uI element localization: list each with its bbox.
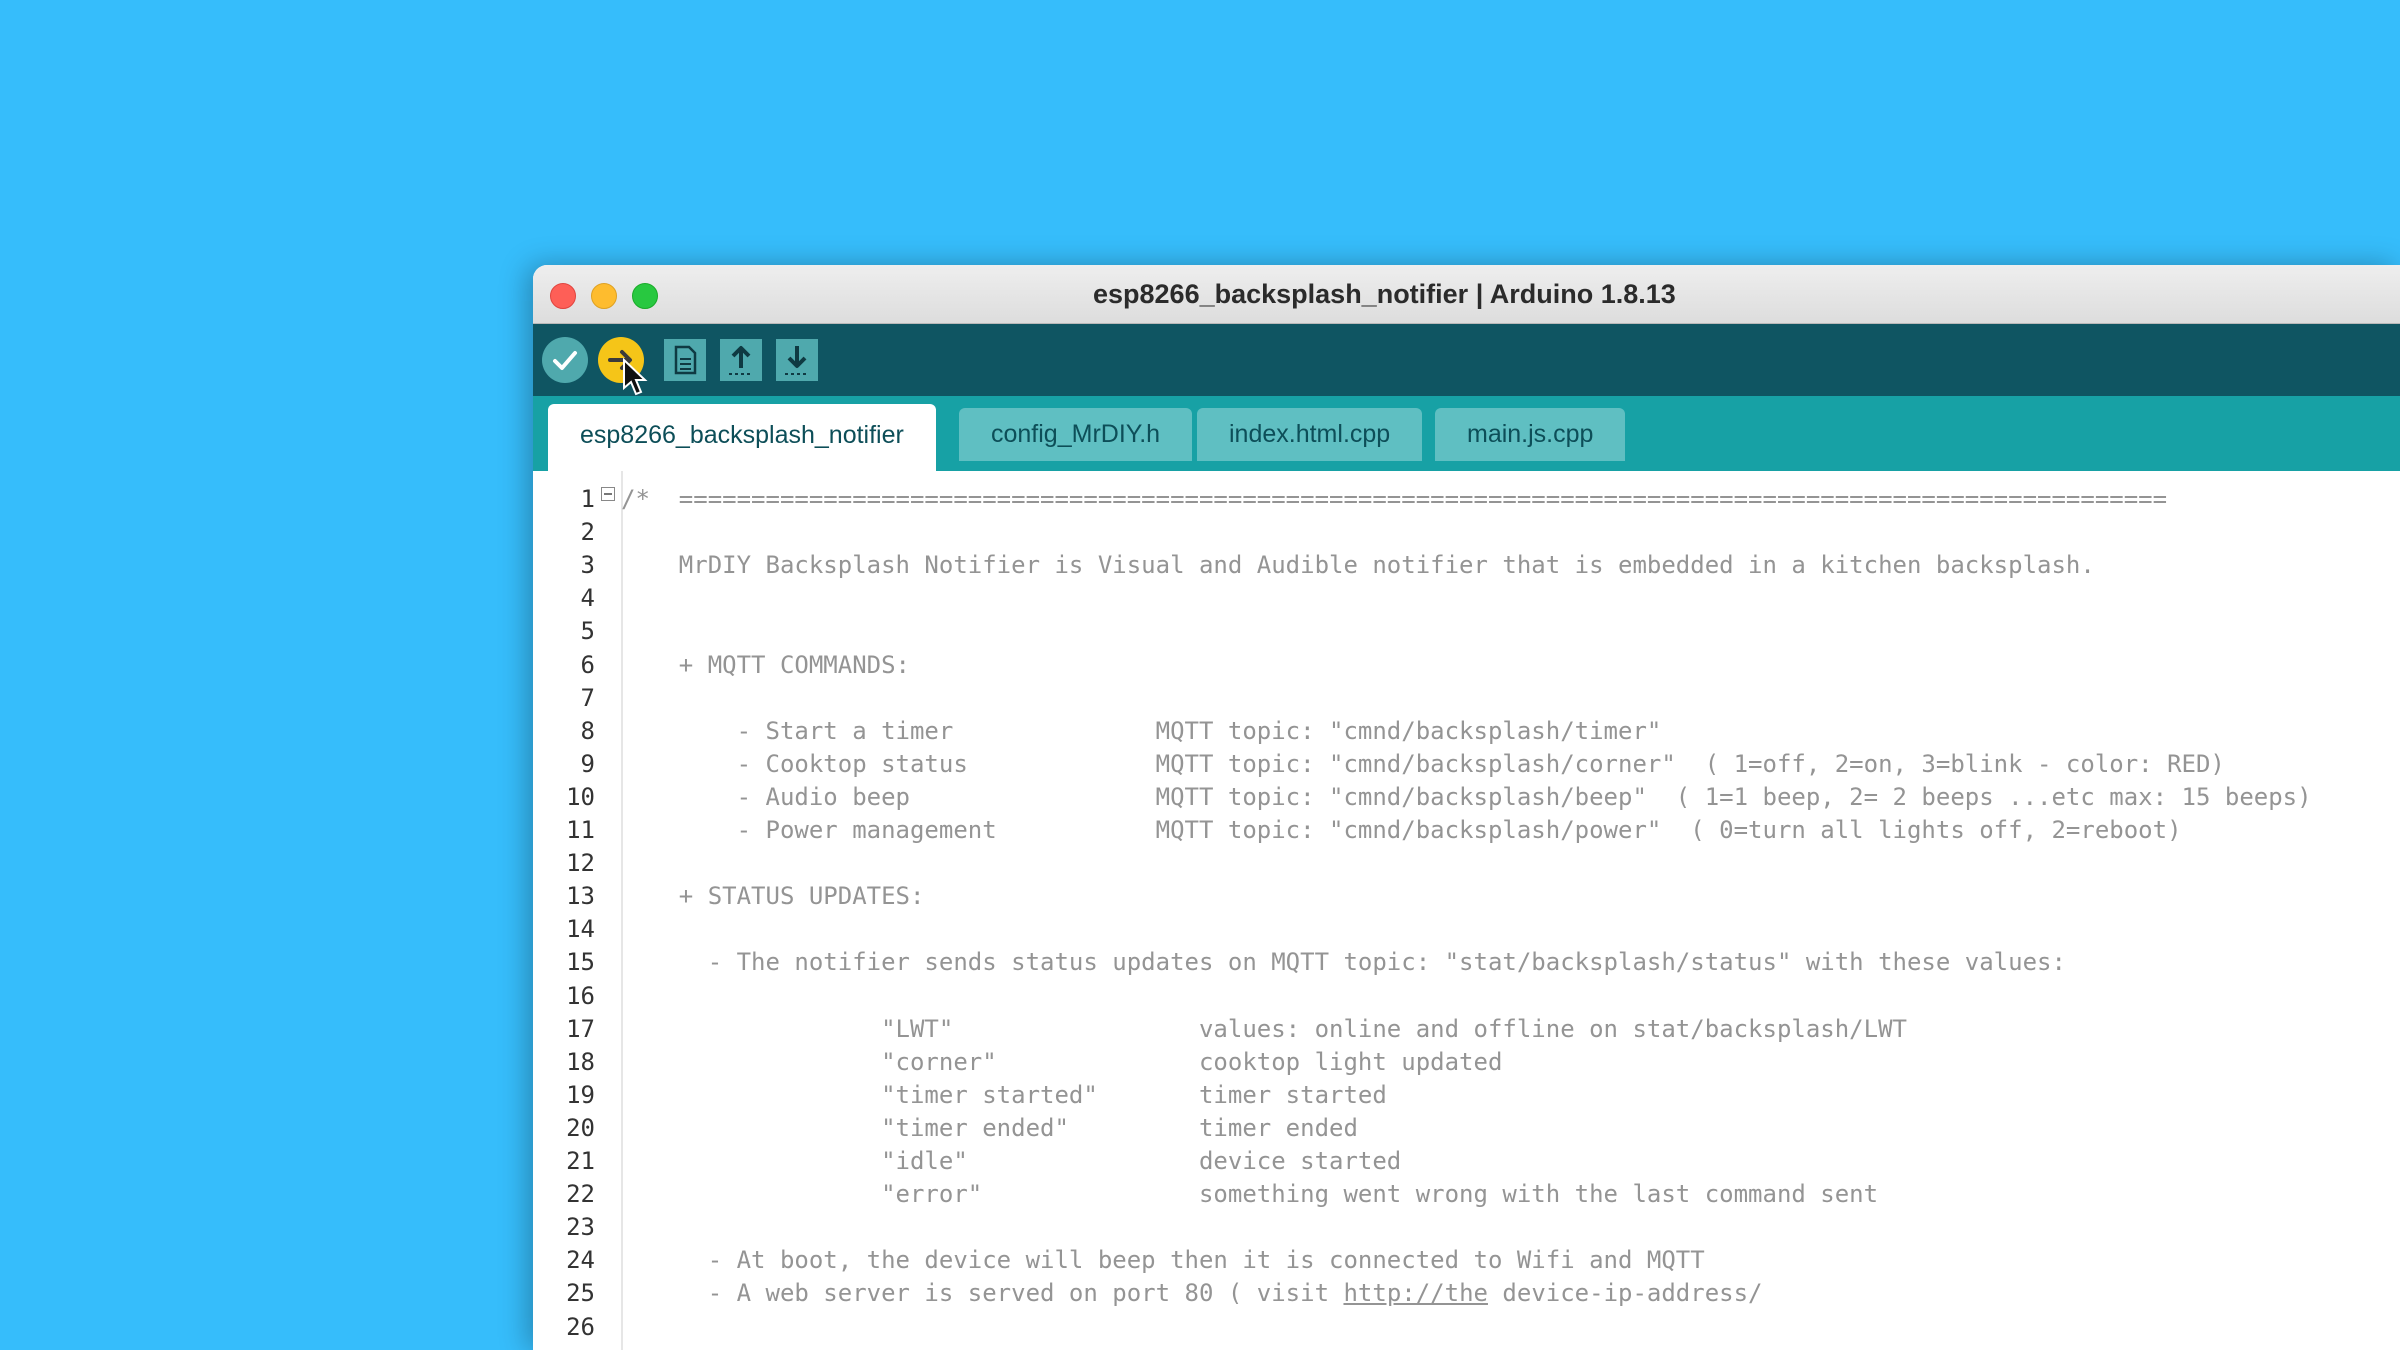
code-editor[interactable]: 1 2 3 4 5 6 7 8 9 10 11 12 13 14 15 16 17 18 19 20 21 22 23 24 2…: [533, 471, 2400, 1350]
code-line[interactable]: "timer started" timer started: [621, 1079, 1387, 1112]
line-number: 7: [580, 683, 595, 712]
line-number: 8: [580, 716, 595, 745]
tab-config-mrdiy[interactable]: config_MrDIY.h: [959, 408, 1193, 461]
line-number: 13: [566, 882, 595, 911]
line-number: 9: [580, 749, 595, 778]
line-number: 10: [566, 782, 595, 811]
arrow-down-icon: [776, 339, 818, 381]
line-number: 15: [566, 948, 595, 977]
line-number: 17: [566, 1014, 595, 1043]
code-line[interactable]: + MQTT COMMANDS:: [621, 649, 910, 682]
code-text: - A web server is served on port 80 ( vi…: [621, 1279, 1344, 1308]
line-number-gutter: 1 2 3 4 5 6 7 8 9 10 11 12 13 14 15 16 17 18 19 20 21 22 23 24 2…: [533, 471, 623, 1350]
arrow-up-icon: [720, 339, 762, 381]
mouse-cursor-icon: [623, 358, 648, 396]
line-number: 14: [566, 915, 595, 944]
line-number: 1: [580, 485, 595, 513]
checkmark-icon: [542, 337, 588, 383]
code-text: device-ip-address/: [1487, 1279, 1763, 1308]
arduino-ide-window: esp8266_backsplash_notifier | Arduino 1.…: [533, 265, 2400, 1350]
code-line[interactable]: "corner" cooktop light updated: [621, 1046, 1502, 1079]
code-line[interactable]: "LWT" values: online and offline on stat…: [621, 1013, 1907, 1046]
line-number: 23: [566, 1213, 595, 1242]
tab-main-js[interactable]: main.js.cpp: [1435, 408, 1626, 461]
save-button[interactable]: [775, 338, 819, 382]
code-line[interactable]: - At boot, the device will beep then it …: [621, 1244, 1705, 1277]
code-line[interactable]: - The notifier sends status updates on M…: [621, 946, 2066, 979]
code-line[interactable]: - Start a timer MQTT topic: "cmnd/backsp…: [621, 715, 1662, 748]
code-line[interactable]: - Audio beep MQTT topic: "cmnd/backsplas…: [621, 781, 2312, 814]
fold-toggle-icon[interactable]: [601, 487, 615, 501]
line-number: 16: [566, 981, 595, 1010]
open-button[interactable]: [719, 338, 763, 382]
close-window-button[interactable]: [550, 283, 576, 309]
minimize-window-button[interactable]: [591, 283, 617, 309]
zoom-window-button[interactable]: [632, 283, 658, 309]
code-link[interactable]: http://the: [1343, 1279, 1488, 1307]
line-number: 11: [566, 816, 595, 844]
line-number: 22: [566, 1180, 595, 1209]
line-number: 25: [566, 1279, 595, 1308]
code-line[interactable]: MrDIY Backsplash Notifier is Visual and …: [621, 549, 2095, 582]
line-number: 18: [566, 1047, 595, 1076]
new-file-icon: [664, 339, 706, 381]
code-line[interactable]: "idle" device started: [621, 1145, 1401, 1178]
line-number: 3: [580, 551, 595, 580]
code-line[interactable]: + STATUS UPDATES:: [621, 880, 925, 913]
code-line[interactable]: "timer ended" timer ended: [621, 1112, 1358, 1145]
line-number: 4: [580, 584, 595, 613]
line-number: 26: [566, 1312, 595, 1341]
sketch-tabs: esp8266_backsplash_notifier config_MrDIY…: [533, 396, 2400, 471]
title-bar[interactable]: esp8266_backsplash_notifier | Arduino 1.…: [533, 265, 2400, 324]
line-number: 2: [580, 518, 595, 547]
tab-index-html[interactable]: index.html.cpp: [1197, 408, 1423, 461]
code-line[interactable]: - A web server is served on port 80 ( vi…: [621, 1277, 1763, 1310]
code-line[interactable]: "error" something went wrong with the la…: [621, 1178, 1878, 1211]
window-title: esp8266_backsplash_notifier | Arduino 1.…: [1093, 279, 1676, 309]
code-line[interactable]: - Cooktop status MQTT topic: "cmnd/backs…: [621, 748, 2225, 781]
line-number: 19: [566, 1080, 595, 1109]
line-number: 24: [566, 1246, 595, 1275]
new-sketch-button[interactable]: [663, 338, 707, 382]
code-line[interactable]: /* =====================================…: [621, 483, 2167, 516]
line-number: 12: [566, 849, 595, 878]
line-number: 5: [580, 617, 595, 646]
toolbar: [533, 324, 2400, 396]
line-number: 20: [566, 1113, 595, 1142]
verify-button[interactable]: [541, 336, 589, 384]
code-line[interactable]: - Power management MQTT topic: "cmnd/bac…: [621, 814, 2182, 847]
line-number: 21: [566, 1147, 595, 1175]
line-number: 6: [580, 650, 595, 679]
tab-esp8266-backsplash-notifier[interactable]: esp8266_backsplash_notifier: [548, 404, 936, 471]
line-number: 27: [535, 1344, 595, 1350]
